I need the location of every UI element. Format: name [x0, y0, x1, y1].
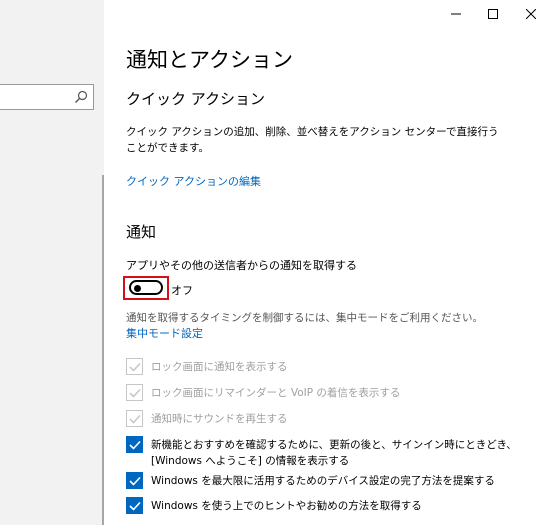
checkbox[interactable] [126, 410, 143, 427]
search-icon[interactable] [74, 90, 88, 104]
checkmark-icon [128, 501, 141, 511]
focus-assist-settings-link[interactable]: 集中モード設定 [126, 325, 203, 341]
option-label: Windows を使う上でのヒントやお勧めの方法を取得する [151, 500, 422, 512]
minimize-icon [451, 13, 461, 15]
checkmark-icon [128, 388, 141, 398]
settings-content: 通知とアクション クイック アクション クイック アクションの追加、削除、並べ替… [104, 0, 550, 525]
checkmark-icon [128, 440, 141, 450]
minimize-button[interactable] [438, 0, 474, 28]
checkbox[interactable] [126, 436, 143, 453]
checkbox[interactable] [126, 472, 143, 489]
option-label: ロック画面にリマインダーと VoIP の着信を表示する [151, 387, 401, 399]
sidebar [0, 0, 104, 525]
quick-actions-heading: クイック アクション [126, 90, 266, 108]
checkbox[interactable] [126, 384, 143, 401]
checkmark-icon [128, 476, 141, 486]
focus-assist-hint: 通知を取得するタイミングを制御するには、集中モードをご利用ください。 [126, 312, 483, 324]
search-input[interactable] [0, 84, 94, 110]
option-label: Windows を最大限に活用するためのデバイス設定の完了方法を提案する [151, 475, 495, 487]
checkmark-icon [128, 362, 141, 372]
edit-quick-actions-link[interactable]: クイック アクションの編集 [126, 173, 261, 189]
toggle-knob [134, 284, 141, 292]
option-label: ロック画面に通知を表示する [151, 361, 288, 373]
checkbox[interactable] [126, 497, 143, 514]
checkmark-icon [128, 414, 141, 424]
option-label: 新機能とおすすめを確認するために、更新の後と、サインイン時にときどき、 [151, 439, 517, 451]
maximize-icon [488, 9, 498, 19]
maximize-button[interactable] [475, 0, 511, 28]
quick-actions-description: クイック アクションの追加、削除、並べ替えをアクション センターで直接行うことが… [126, 126, 499, 154]
option-label: 通知時にサウンドを再生する [151, 413, 288, 425]
page-title: 通知とアクション [126, 48, 293, 72]
notifications-toggle-state: オフ [171, 284, 193, 297]
checkbox[interactable] [126, 358, 143, 375]
close-button[interactable] [513, 0, 549, 28]
notifications-heading: 通知 [126, 223, 157, 241]
option-label-line2: [Windows へようこそ] の情報を表示する [151, 455, 350, 467]
close-icon [526, 9, 536, 19]
notifications-toggle[interactable] [129, 280, 163, 295]
notifications-toggle-label: アプリやその他の送信者からの通知を取得する [126, 259, 357, 272]
